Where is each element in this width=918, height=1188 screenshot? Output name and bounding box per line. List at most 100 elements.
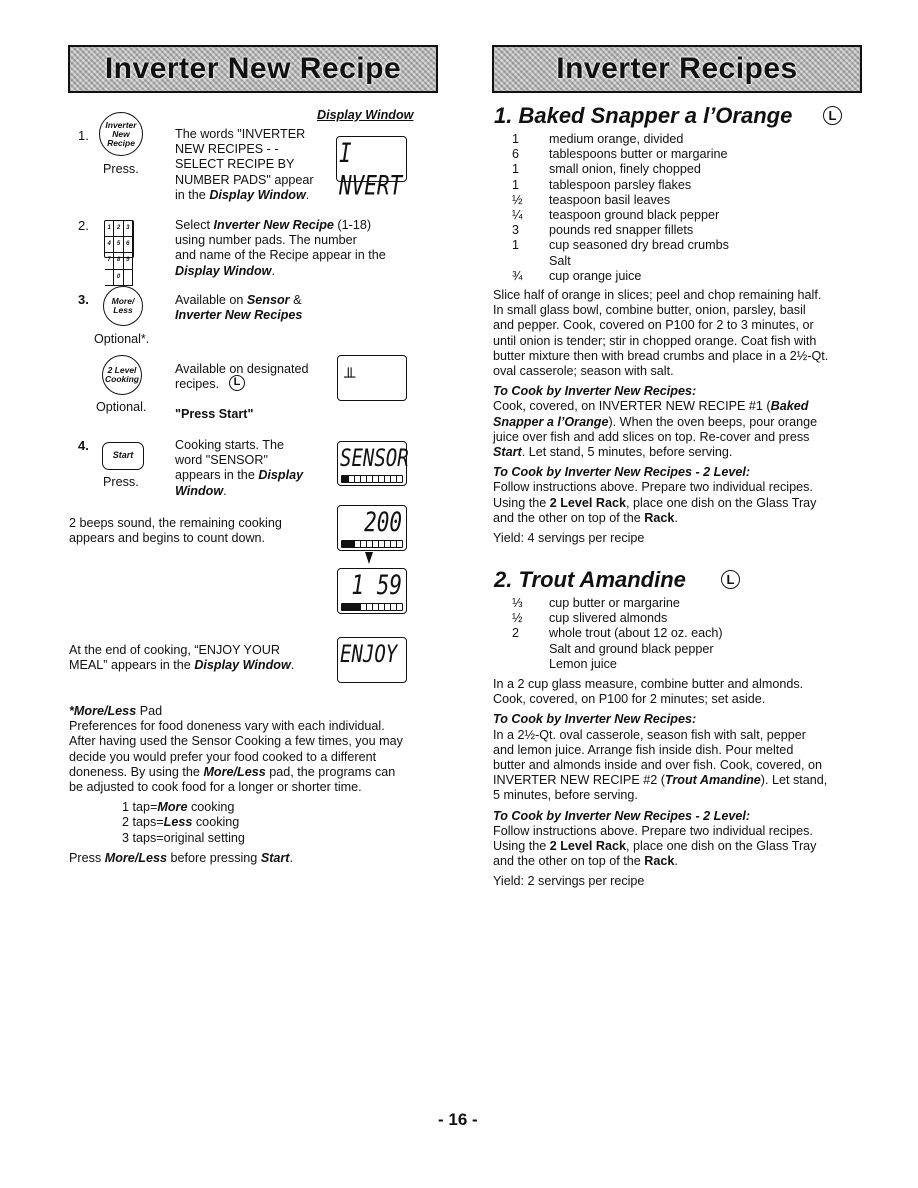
ingredient-quantity: ½ [512, 192, 523, 207]
tap-item: 3 taps=original setting [122, 830, 245, 845]
ingredient-text: pounds red snapper fillets [549, 223, 694, 238]
ingredient-row: 1 tablespoon parsley flakes [512, 178, 872, 193]
text-line: At the end of cooking, “ENJOY YOUR [69, 643, 280, 657]
text-line: butter and almonds inside and over fish.… [493, 758, 823, 773]
ingredient-text: medium orange, divided [549, 132, 684, 146]
number-pad-key[interactable]: 3 [123, 221, 133, 238]
end-text: At the end of cooking, “ENJOY YOUR MEAL”… [69, 643, 329, 673]
taps-list: 1 tap=More cooking 2 taps=Less cooking 3… [69, 800, 444, 846]
number-pad-key[interactable]: 4 [105, 237, 115, 254]
ingredient-text: teaspoon basil leaves [549, 192, 671, 207]
ingredient-text: Salt [549, 253, 571, 268]
button-label-line: Less [113, 305, 133, 315]
number-pad-key[interactable]: 2 [114, 221, 124, 238]
page-number: - 16 - [438, 1110, 478, 1129]
number-pad-key[interactable]: 1 [105, 221, 115, 238]
number-pad-key[interactable]: 6 [123, 237, 133, 254]
text-line: Window. [175, 483, 227, 498]
cooking-progress-bar [341, 603, 403, 611]
ingredient-row: ½ teaspoon basil leaves [512, 193, 872, 208]
text-line: Slice half of orange in slices; peel and… [493, 288, 822, 302]
cook-heading: To Cook by Inverter New Recipes: [493, 384, 697, 399]
number-pad-key[interactable]: 5 [114, 237, 124, 254]
number-pad-key[interactable] [105, 269, 115, 286]
text-line: Cooking starts. The [175, 438, 284, 452]
recipe-2-method: In a 2 cup glass measure, combine butter… [493, 677, 865, 890]
text-line: Using the 2 Level Rack, place one dish o… [493, 839, 817, 854]
display-window-enjoy: ENJOY [337, 637, 407, 683]
ingredient-quantity: ¾ [512, 268, 523, 283]
text-line: butter mixture then with bread crumbs an… [493, 348, 829, 363]
text-line: and name of the Recipe appear in the [175, 248, 386, 263]
ingredient-text: cup butter or margarine [549, 596, 680, 610]
two-level-cooking-button[interactable]: 2 Level Cooking [102, 355, 142, 395]
ingredient-row: 6 tablespoons butter or margarine [512, 147, 872, 162]
ingredient-row: 1 cup seasoned dry bread crumbs [512, 238, 872, 253]
ingredient-quantity: ¼ [512, 208, 523, 222]
ingredient-row: ½ cup slivered almonds [512, 611, 872, 626]
more-less-button[interactable]: More/ Less [103, 286, 143, 326]
number-pads-icon[interactable]: 1234567890 [104, 220, 134, 286]
progress-fill [342, 604, 360, 610]
button-label-line: Recipe [107, 137, 135, 148]
ingredient-text: whole trout (about 12 oz. each) [549, 626, 723, 641]
ingredient-text: cup slivered almonds [549, 611, 668, 626]
ingredient-row: Salt and ground black pepper [512, 642, 872, 657]
tap-item: 2 taps=Less cooking [122, 815, 240, 830]
ingredient-text: small onion, finely chopped [549, 162, 701, 177]
two-level-heading: To Cook by Inverter New Recipes - 2 Leve… [493, 808, 751, 823]
step-3-number: 3. [78, 292, 89, 307]
text-line: 5 minutes, before serving. [493, 788, 638, 803]
ingredient-text: cup orange juice [549, 268, 642, 283]
ingredient-text: teaspoon ground black pepper [549, 208, 720, 222]
text-line: INVERTER NEW RECIPE #2 (Trout Amandine).… [493, 773, 828, 788]
inverter-new-recipe-button[interactable]: Inverter New Recipe [99, 112, 143, 156]
number-pad-key[interactable]: 0 [114, 269, 124, 286]
text-line: using number pads. The number [175, 233, 357, 248]
step-4-number: 4. [78, 438, 89, 453]
tap-item: 1 tap=More cooking [122, 800, 235, 815]
text-line: NUMBER PADS" appear [175, 172, 314, 187]
text-line: appears and begins to count down. [69, 531, 266, 546]
ingredient-row: ¼ teaspoon ground black pepper [512, 208, 872, 223]
text-line: in the Display Window. [175, 187, 310, 202]
display-window-sensor: SENSOR [337, 441, 409, 486]
ingredient-row: Salt [512, 254, 872, 269]
right-banner: Inverter Recipes [492, 45, 862, 93]
ingredient-row: 3 pounds red snapper fillets [512, 223, 872, 238]
countdown-text: 2 beeps sound, the remaining cooking app… [69, 516, 329, 546]
text-line: In a 2 cup glass measure, combine butter… [493, 677, 804, 691]
cooking-progress-bar [341, 475, 403, 483]
text-line: After having used the Sensor Cooking a f… [69, 734, 403, 749]
number-pad-key[interactable]: 9 [123, 253, 133, 270]
progress-fill [342, 541, 354, 547]
text-line: and the other on top of the Rack. [493, 510, 678, 525]
ingredient-row: Lemon juice [512, 657, 872, 672]
text-line: Follow instructions above. Prepare two i… [493, 480, 813, 495]
step-4-text: Cooking starts. The word "SENSOR" appear… [175, 438, 335, 499]
display-window-invert: I NVERT [336, 136, 407, 201]
text-line: Available on Sensor & [175, 293, 302, 307]
number-pad-key[interactable]: 7 [105, 253, 115, 270]
ingredient-row: ¾ cup orange juice [512, 269, 872, 284]
start-button[interactable]: Start [102, 442, 144, 470]
recipe-1-title: 1. Baked Snapper a l’Orange [494, 103, 793, 128]
number-pad-key[interactable] [123, 269, 133, 286]
number-pad-key[interactable]: 8 [114, 253, 124, 270]
text-line: Cook, covered, on INVERTER NEW RECIPE #1… [493, 399, 809, 414]
level-l-icon: L [229, 375, 245, 391]
ingredient-quantity: 6 [512, 147, 520, 162]
text-line: until onion is tender; stir in chopped o… [493, 333, 817, 348]
text-line: NEW RECIPES - - [175, 142, 279, 157]
text-line: Follow instructions above. Prepare two i… [493, 823, 813, 838]
ingredient-text: tablespoon parsley flakes [549, 177, 692, 192]
display-rack-symbol: ╨ [344, 369, 356, 386]
display-window-heading: Display Window [317, 108, 414, 122]
step-4-caption: Press. [103, 475, 139, 489]
ingredient-row: 2 whole trout (about 12 oz. each) [512, 626, 872, 641]
recipe-1-method: Slice half of orange in slices; peel and… [493, 288, 865, 546]
more-less-note: *More/Less Pad Preferences for food done… [69, 704, 444, 866]
text-line: Preferences for food doneness vary with … [69, 719, 385, 734]
two-level-heading: To Cook by Inverter New Recipes - 2 Leve… [493, 465, 751, 480]
ingredient-text: Lemon juice [549, 656, 617, 671]
